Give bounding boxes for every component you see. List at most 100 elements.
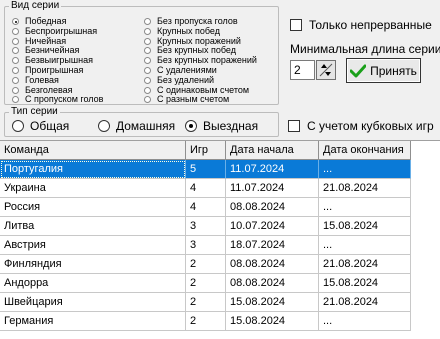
- apply-button[interactable]: Принять: [346, 58, 421, 83]
- series-type-right-radio-dot[interactable]: [144, 76, 151, 84]
- series-type-right-radio[interactable]: Без пропуска голов: [144, 17, 238, 26]
- column-header-team[interactable]: Команда: [0, 141, 186, 160]
- series-type-right-radio-dot[interactable]: [144, 96, 151, 104]
- games-cell[interactable]: 2: [186, 293, 226, 312]
- series-type-right-radio[interactable]: Крупных поражений: [144, 36, 241, 46]
- series-type-left-radio-dot[interactable]: [12, 18, 19, 25]
- results-table[interactable]: Команда Игр Дата начала Дата окончания П…: [0, 140, 440, 339]
- series-type-left-radio[interactable]: Безголевая: [12, 85, 73, 95]
- team-cell[interactable]: Швейцария: [0, 293, 186, 312]
- start-date-cell[interactable]: 08.08.2024: [226, 255, 319, 274]
- end-date-cell[interactable]: 21.08.2024: [319, 255, 411, 274]
- series-type-left-radio[interactable]: Ничейная: [12, 36, 66, 46]
- games-cell[interactable]: 2: [186, 274, 226, 293]
- column-header-end[interactable]: Дата окончания: [319, 141, 411, 160]
- series-type-left-radio[interactable]: Победная: [12, 17, 66, 26]
- series-type-right-radio-dot[interactable]: [144, 86, 151, 94]
- series-type-right-radio-dot[interactable]: [144, 57, 151, 65]
- kind-radio-home-dot[interactable]: [98, 120, 110, 132]
- games-cell[interactable]: 2: [186, 312, 226, 331]
- end-date-cell[interactable]: 21.08.2024: [319, 293, 411, 312]
- series-type-right-radio-dot[interactable]: [144, 37, 151, 45]
- games-cell[interactable]: 3: [186, 236, 226, 255]
- table-row[interactable]: Андорра 2 08.08.2024 15.08.2024: [0, 274, 411, 293]
- series-type-left-radio-dot[interactable]: [12, 86, 19, 94]
- series-type-left-radio-dot[interactable]: [12, 37, 19, 45]
- column-header-games[interactable]: Игр: [186, 141, 226, 160]
- min-length-stepper[interactable]: [316, 60, 336, 80]
- kind-radio-home[interactable]: Домашняя: [98, 119, 175, 133]
- end-date-cell[interactable]: ...: [319, 160, 411, 179]
- series-type-right-radio-dot[interactable]: [144, 27, 151, 35]
- kind-radio-general-dot[interactable]: [12, 120, 24, 132]
- series-type-left-radio-dot[interactable]: [12, 47, 19, 55]
- series-type-left-radio[interactable]: Безничейная: [12, 46, 79, 55]
- table-row[interactable]: Литва 3 10.07.2024 15.08.2024: [0, 217, 411, 236]
- team-cell[interactable]: Литва: [0, 217, 186, 236]
- series-kind-legend: Тип серии: [11, 106, 58, 117]
- kind-radio-away[interactable]: Выездная: [185, 119, 258, 133]
- games-cell[interactable]: 4: [186, 198, 226, 217]
- games-cell[interactable]: 2: [186, 255, 226, 274]
- series-type-left-radio-dot[interactable]: [12, 76, 19, 84]
- series-type-right-radio[interactable]: С одинаковым счетом: [144, 85, 249, 95]
- table-row[interactable]: Россия 4 08.08.2024...: [0, 198, 411, 217]
- kind-radio-away-dot[interactable]: [185, 120, 197, 132]
- start-date-cell[interactable]: 18.07.2024: [226, 236, 319, 255]
- series-type-left-radio-dot[interactable]: [12, 27, 19, 35]
- series-type-right-radio-dot[interactable]: [144, 18, 151, 25]
- table-row[interactable]: Германия 2 15.08.2024...: [0, 312, 411, 331]
- table-row[interactable]: Финляндия 2 08.08.2024 21.08.2024: [0, 255, 411, 274]
- kind-radio-general[interactable]: Общая: [12, 119, 69, 133]
- only-continuous-box[interactable]: [290, 19, 302, 31]
- series-type-right-radio-dot[interactable]: [144, 67, 151, 74]
- table-row[interactable]: Швейцария 2 15.08.2024 21.08.2024: [0, 293, 411, 312]
- only-continuous-checkbox[interactable]: Только непрерванные: [290, 18, 432, 32]
- team-cell[interactable]: Андорра: [0, 274, 186, 293]
- series-type-left-radio[interactable]: С пропуском голов: [12, 95, 103, 104]
- series-type-right-radio[interactable]: С удалениями: [144, 66, 217, 75]
- end-date-cell[interactable]: ...: [319, 236, 411, 255]
- team-cell[interactable]: Португалия: [0, 160, 186, 179]
- end-date-cell[interactable]: 21.08.2024: [319, 179, 411, 198]
- series-type-left-radio[interactable]: Голевая: [12, 75, 59, 85]
- end-date-cell[interactable]: ...: [319, 312, 411, 331]
- series-type-right-radio[interactable]: С разным счетом: [144, 95, 229, 104]
- series-type-right-radio[interactable]: Без крупных поражений: [144, 56, 257, 65]
- start-date-cell[interactable]: 15.08.2024: [226, 293, 319, 312]
- cup-games-checkbox[interactable]: С учетом кубковых игр: [288, 119, 434, 133]
- series-type-right-radio[interactable]: Без крупных побед: [144, 46, 236, 55]
- start-date-cell[interactable]: 11.07.2024: [226, 179, 319, 198]
- series-type-right-radio[interactable]: Без удалений: [144, 75, 214, 85]
- games-cell[interactable]: 5: [186, 160, 226, 179]
- series-type-left-radio-dot[interactable]: [12, 57, 19, 65]
- series-type-left-radio-dot[interactable]: [12, 67, 19, 74]
- team-cell[interactable]: Украина: [0, 179, 186, 198]
- table-row[interactable]: Австрия 3 18.07.2024...: [0, 236, 411, 255]
- team-cell[interactable]: Австрия: [0, 236, 186, 255]
- table-row[interactable]: Украина 4 11.07.2024 21.08.2024: [0, 179, 411, 198]
- series-type-left-radio-dot[interactable]: [12, 96, 19, 104]
- series-type-left-radio[interactable]: Проигрышная: [12, 66, 83, 75]
- start-date-cell[interactable]: 10.07.2024: [226, 217, 319, 236]
- start-date-cell[interactable]: 11.07.2024: [226, 160, 319, 179]
- table-row[interactable]: Португалия 5 11.07.2024...: [0, 160, 411, 179]
- end-date-cell[interactable]: ...: [319, 198, 411, 217]
- series-type-left-radio[interactable]: Беспроигрышная: [12, 26, 97, 36]
- min-length-input[interactable]: 2: [290, 60, 315, 80]
- end-date-cell[interactable]: 15.08.2024: [319, 274, 411, 293]
- team-cell[interactable]: Финляндия: [0, 255, 186, 274]
- cup-games-box[interactable]: [288, 120, 300, 132]
- end-date-cell[interactable]: 15.08.2024: [319, 217, 411, 236]
- series-type-right-radio[interactable]: Крупных побед: [144, 26, 220, 36]
- series-type-right-radio-dot[interactable]: [144, 47, 151, 55]
- games-cell[interactable]: 3: [186, 217, 226, 236]
- team-cell[interactable]: Германия: [0, 312, 186, 331]
- series-type-left-radio[interactable]: Безвыигрышная: [12, 56, 93, 65]
- start-date-cell[interactable]: 08.08.2024: [226, 198, 319, 217]
- start-date-cell[interactable]: 15.08.2024: [226, 312, 319, 331]
- team-cell[interactable]: Россия: [0, 198, 186, 217]
- games-cell[interactable]: 4: [186, 179, 226, 198]
- column-header-start[interactable]: Дата начала: [226, 141, 319, 160]
- start-date-cell[interactable]: 08.08.2024: [226, 274, 319, 293]
